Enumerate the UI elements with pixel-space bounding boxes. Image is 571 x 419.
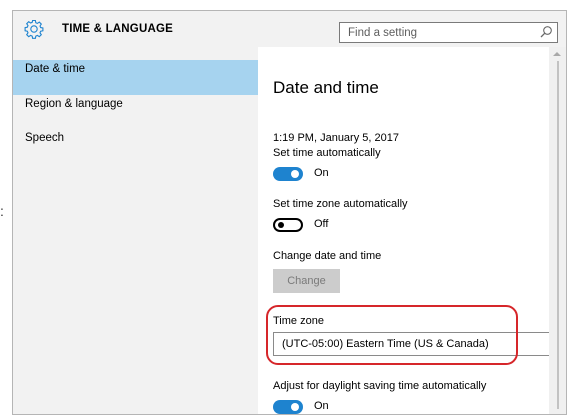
change-button[interactable]: Change: [273, 269, 340, 293]
sidebar-item-speech[interactable]: Speech: [13, 129, 258, 164]
scrollbar[interactable]: [549, 47, 566, 414]
time-zone-label: Time zone: [273, 315, 324, 327]
set-time-auto-toggle[interactable]: [273, 167, 303, 181]
sidebar-item-label: Region & language: [25, 98, 123, 110]
gear-icon: [24, 19, 44, 39]
daylight-saving-state: On: [314, 400, 329, 412]
set-timezone-auto-label: Set time zone automatically: [273, 198, 408, 210]
scroll-up-arrow-icon[interactable]: [553, 52, 561, 56]
sidebar: Date & time Region & language Speech: [13, 47, 258, 414]
search-box[interactable]: [339, 22, 558, 43]
set-timezone-auto-state: Off: [314, 218, 329, 230]
app-title: TIME & LANGUAGE: [62, 23, 173, 35]
page-title: Date and time: [273, 78, 379, 97]
set-time-auto-state: On: [314, 167, 329, 179]
time-zone-dropdown[interactable]: (UTC-05:00) Eastern Time (US & Canada): [273, 332, 558, 356]
search-icon[interactable]: [539, 25, 553, 39]
current-datetime: 1:19 PM, January 5, 2017: [273, 132, 399, 144]
sidebar-item-date-time[interactable]: Date & time: [13, 60, 258, 95]
set-timezone-auto-toggle[interactable]: [273, 218, 303, 232]
sidebar-item-label: Date & time: [25, 63, 86, 75]
daylight-saving-label: Adjust for daylight saving time automati…: [273, 380, 487, 392]
search-input[interactable]: [340, 23, 530, 42]
page-colon: :: [0, 203, 4, 219]
main-content: Date and time 1:19 PM, January 5, 2017 S…: [258, 47, 558, 414]
daylight-saving-toggle[interactable]: [273, 400, 303, 414]
title-bar: TIME & LANGUAGE: [13, 11, 566, 47]
set-time-auto-label: Set time automatically: [273, 147, 381, 159]
sidebar-item-region-language[interactable]: Region & language: [13, 95, 258, 130]
change-datetime-label: Change date and time: [273, 250, 382, 262]
settings-window: TIME & LANGUAGE Date & time Region & lan…: [12, 10, 567, 415]
sidebar-item-label: Speech: [25, 132, 65, 144]
scroll-thumb[interactable]: [557, 61, 559, 409]
